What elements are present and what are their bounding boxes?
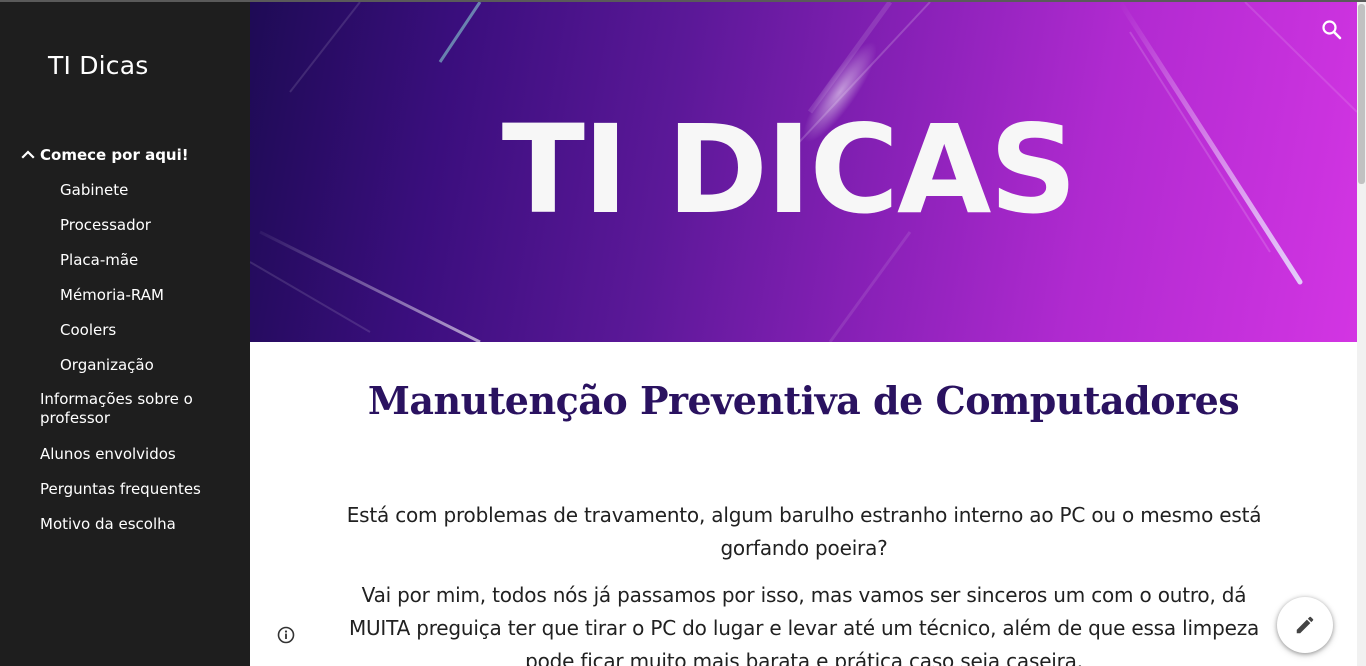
- body-paragraph: Vai por mim, todos nós já passamos por i…: [348, 583, 1260, 666]
- sidebar-item-gabinete[interactable]: Gabinete: [60, 180, 128, 200]
- intro-paragraph: Está com problemas de travamento, algum …: [346, 503, 1262, 560]
- sidebar: TI Dicas Comece por aqui! Gabinete Proce…: [0, 2, 250, 666]
- sidebar-item-motivo-escolha[interactable]: Motivo da escolha: [40, 514, 176, 534]
- info-icon[interactable]: [277, 626, 295, 644]
- hero-banner-title: TI DICAS: [501, 99, 1078, 241]
- site-title[interactable]: TI Dicas: [48, 51, 148, 80]
- sidebar-item-organizacao[interactable]: Organização: [60, 355, 154, 375]
- sidebar-item-alunos-envolvidos[interactable]: Alunos envolvidos: [40, 444, 176, 464]
- sidebar-item-coolers[interactable]: Coolers: [60, 320, 116, 340]
- sidebar-item-memoria-ram[interactable]: Mémoria-RAM: [60, 285, 164, 305]
- search-icon[interactable]: [1320, 18, 1344, 42]
- main-content: TI DICAS Manutenção Preventiva de Comput…: [250, 2, 1357, 666]
- hero-banner: TI DICAS: [250, 2, 1357, 342]
- sidebar-item-processador[interactable]: Processador: [60, 215, 151, 235]
- sidebar-item-comece-por-aqui[interactable]: Comece por aqui!: [40, 145, 189, 165]
- page-title: Manutenção Preventiva de Computadores: [367, 378, 1240, 423]
- sidebar-item-placa-mae[interactable]: Placa-mãe: [60, 250, 138, 270]
- scrollbar-thumb[interactable]: [1358, 4, 1365, 184]
- sidebar-item-perguntas-frequentes[interactable]: Perguntas frequentes: [40, 479, 201, 499]
- sidebar-item-informacoes-professor[interactable]: Informações sobre o professor: [40, 390, 230, 428]
- chevron-up-icon[interactable]: [20, 146, 36, 162]
- edit-button[interactable]: [1277, 597, 1333, 653]
- edit-pencil-icon: [1296, 616, 1314, 634]
